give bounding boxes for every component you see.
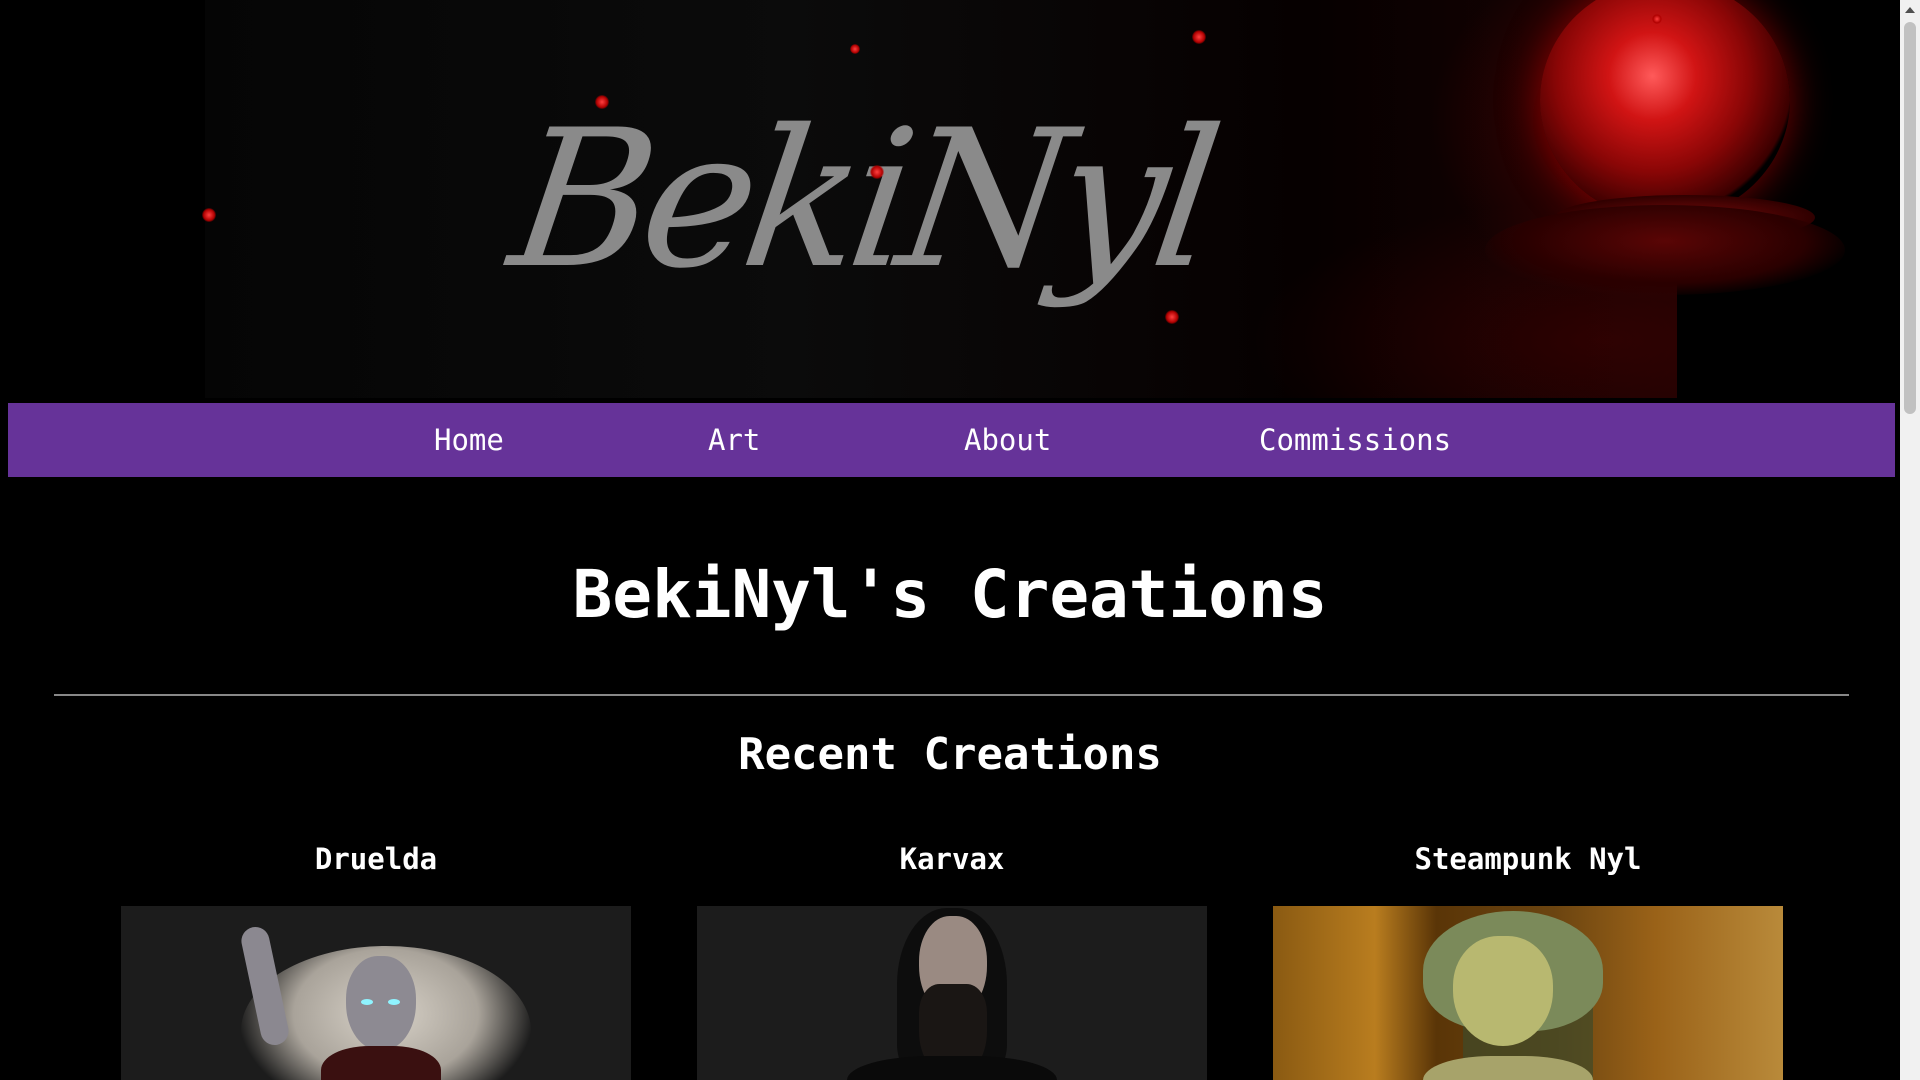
character-face bbox=[346, 956, 416, 1051]
sparkle-decoration bbox=[1165, 310, 1179, 324]
nav-link-home[interactable]: Home bbox=[434, 403, 504, 477]
creation-title[interactable]: Steampunk Nyl bbox=[1273, 835, 1783, 883]
nav-link-art[interactable]: Art bbox=[708, 403, 760, 477]
vertical-scrollbar[interactable] bbox=[1900, 0, 1920, 1080]
character-eye bbox=[388, 999, 400, 1005]
banner-image: BekiNyl bbox=[202, 0, 1845, 398]
main-nav: Home Art About Commissions bbox=[8, 403, 1895, 477]
creation-card-karvax[interactable]: Karvax bbox=[697, 835, 1207, 1080]
nav-link-about[interactable]: About bbox=[964, 403, 1051, 477]
sparkle-decoration bbox=[595, 95, 609, 109]
section-divider bbox=[54, 694, 1849, 696]
creation-card-druelda[interactable]: Druelda bbox=[121, 835, 631, 1080]
character-body bbox=[847, 1056, 1057, 1080]
character-face bbox=[1453, 936, 1553, 1046]
scroll-up-arrow-icon[interactable] bbox=[1900, 0, 1920, 20]
sparkle-decoration bbox=[1652, 14, 1662, 24]
creation-thumbnail[interactable] bbox=[697, 906, 1207, 1080]
site-banner: BekiNyl bbox=[0, 0, 1900, 398]
scrollbar-thumb[interactable] bbox=[1904, 22, 1916, 414]
creation-title[interactable]: Karvax bbox=[697, 835, 1207, 883]
sparkle-decoration bbox=[1192, 30, 1206, 44]
page-title: BekiNyl's Creations bbox=[572, 556, 1328, 633]
creation-thumbnail[interactable] bbox=[121, 906, 631, 1080]
creation-card-steampunk-nyl[interactable]: Steampunk Nyl bbox=[1273, 835, 1783, 1080]
recent-creations-heading: Recent Creations bbox=[738, 729, 1162, 780]
sparkle-decoration bbox=[850, 44, 860, 54]
nav-link-commissions[interactable]: Commissions bbox=[1259, 403, 1451, 477]
sparkle-decoration bbox=[870, 165, 884, 179]
character-eye bbox=[361, 999, 373, 1005]
crystal-ball-pedestal bbox=[1485, 205, 1845, 295]
creation-title[interactable]: Druelda bbox=[121, 835, 631, 883]
crystal-ball-graphic bbox=[1540, 0, 1790, 220]
sparkle-decoration bbox=[202, 208, 216, 222]
creation-thumbnail[interactable] bbox=[1273, 906, 1783, 1080]
character-body bbox=[321, 1046, 441, 1080]
page-viewport: BekiNyl Home Art About Commissions BekiN… bbox=[0, 0, 1900, 1080]
site-logo: BekiNyl bbox=[499, 89, 1223, 310]
